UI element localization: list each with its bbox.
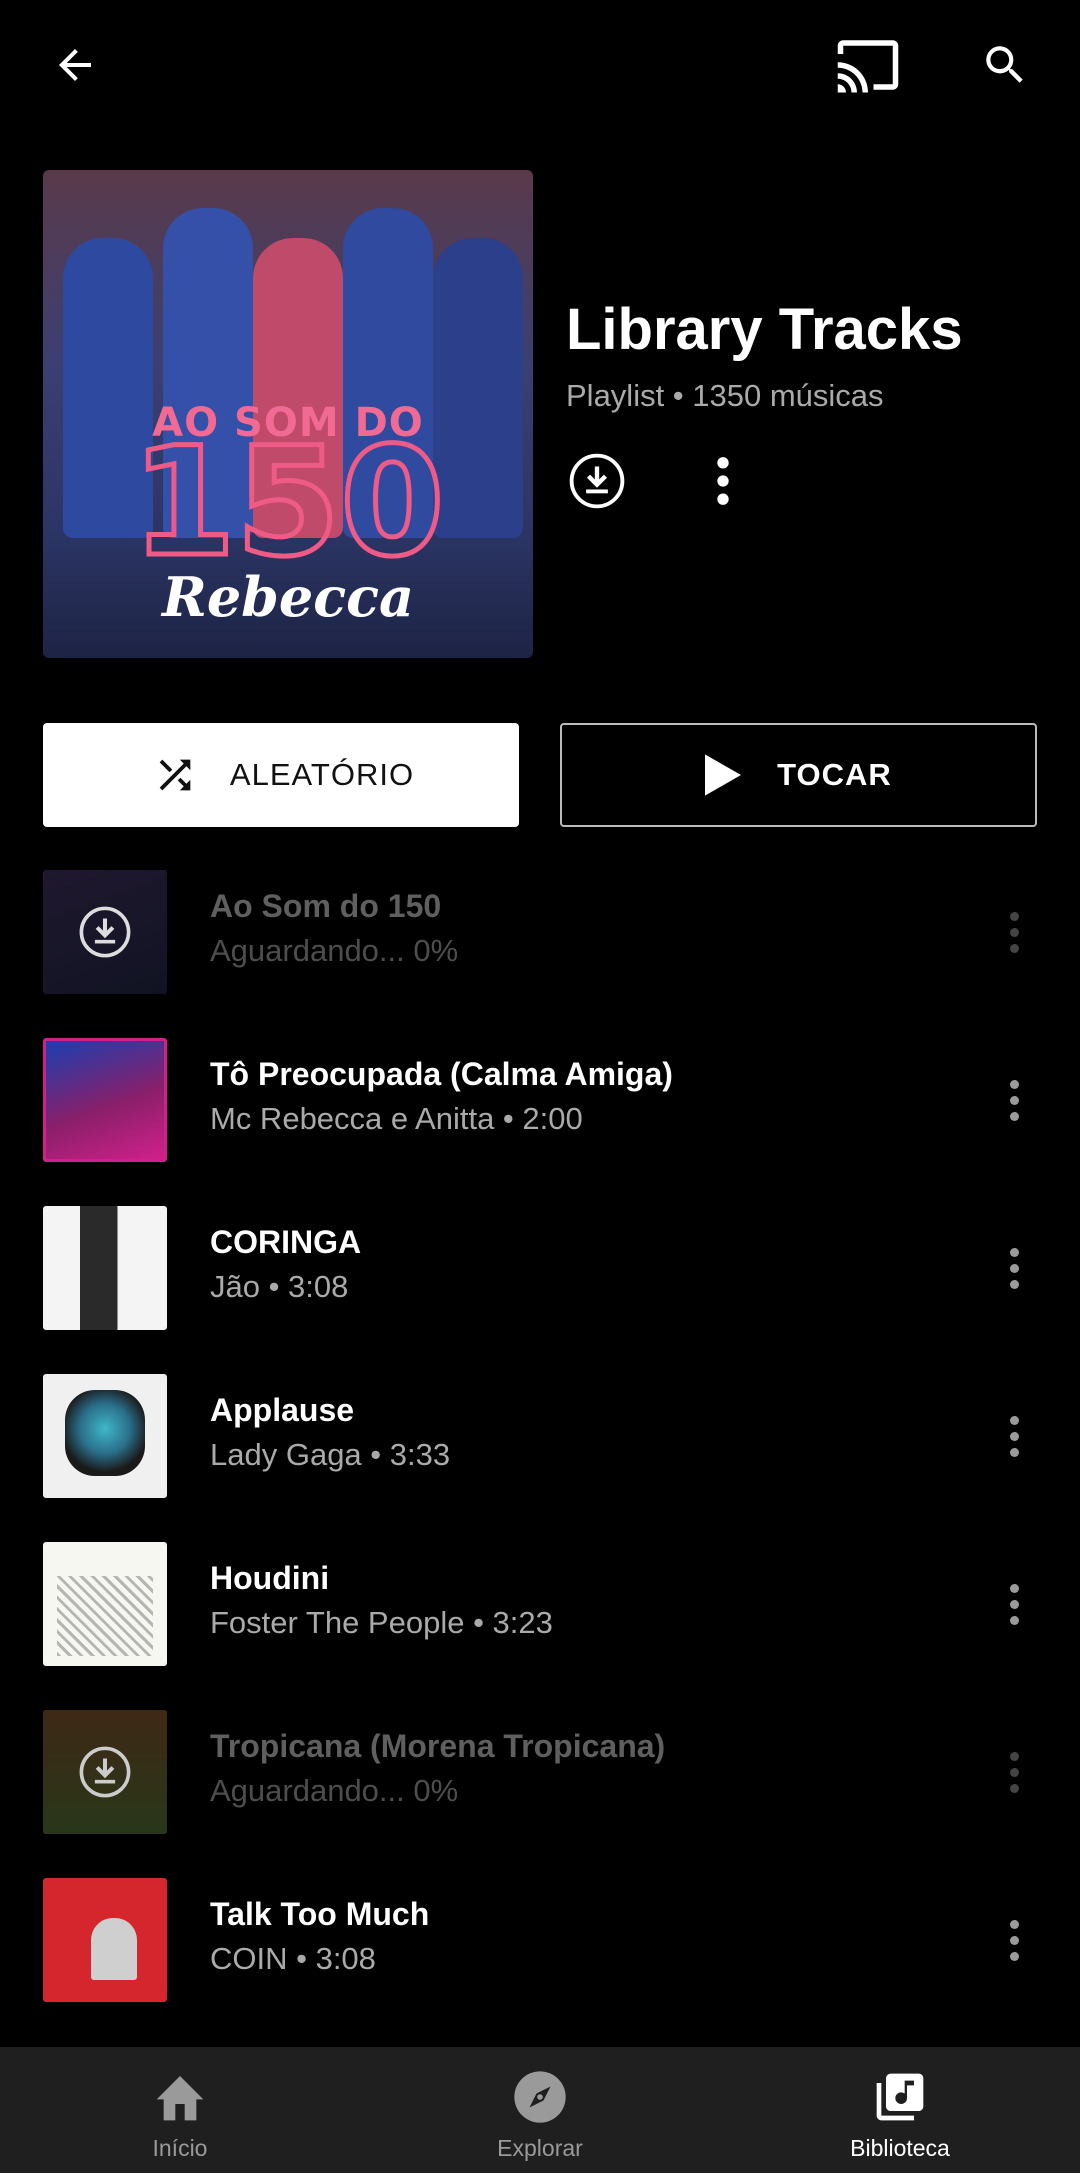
playlist-more-button[interactable] (695, 450, 751, 512)
track-title: Tô Preocupada (Calma Amiga) (210, 1056, 673, 1092)
track-thumbnail (43, 1206, 167, 1330)
track-more-button[interactable] (996, 1072, 1032, 1128)
shuffle-label: ALEATÓRIO (229, 757, 415, 792)
track-subtitle: Jão • 3:08 (210, 1269, 349, 1304)
play-icon (705, 754, 742, 796)
track-title: Applause (210, 1392, 355, 1428)
track-subtitle: Lady Gaga • 3:33 (210, 1437, 451, 1472)
thumb-art (65, 1390, 145, 1476)
track-more-button[interactable] (996, 1240, 1032, 1296)
nav-label: Início (152, 2135, 208, 2161)
nav-label: Biblioteca (850, 2135, 950, 2161)
playlist-title: Library Tracks (566, 297, 963, 362)
track-more-button[interactable] (996, 1912, 1032, 1968)
track-thumbnail (43, 1710, 167, 1834)
app-root: AO SOM DO 150 Rebecca Library Tracks Pla… (0, 0, 1080, 2173)
more-vert-icon (717, 457, 729, 505)
track-subtitle: Foster The People • 3:23 (210, 1605, 553, 1640)
playlist-subtitle: Playlist • 1350 músicas (566, 378, 884, 413)
thumb-art (57, 1576, 153, 1656)
nav-item-explorar[interactable]: Explorar (360, 2047, 720, 2173)
track-row[interactable]: Tropicana (Morena Tropicana) Aguardando.… (0, 1710, 1080, 1834)
track-row[interactable]: Tô Preocupada (Calma Amiga) Mc Rebecca e… (0, 1038, 1080, 1162)
track-thumbnail (43, 1542, 167, 1666)
compass-icon (514, 2071, 566, 2123)
track-row[interactable]: Talk Too Much COIN • 3:08 (0, 1878, 1080, 2002)
track-subtitle: Aguardando... 0% (210, 933, 459, 968)
track-row[interactable]: Applause Lady Gaga • 3:33 (0, 1374, 1080, 1498)
nav-item-inicio[interactable]: Início (0, 2047, 360, 2173)
home-icon (156, 2076, 204, 2121)
top-bar (0, 0, 1080, 130)
track-thumbnail (43, 1878, 167, 2002)
bottom-navigation: Início Explorar Biblioteca (0, 2047, 1080, 2173)
track-row[interactable]: Houdini Foster The People • 3:23 (0, 1542, 1080, 1666)
cast-icon (837, 40, 899, 93)
cover-text-line3: Rebecca (161, 565, 415, 629)
track-thumbnail (43, 870, 167, 994)
arrow-left-icon (59, 49, 91, 81)
download-circle-icon (79, 906, 131, 958)
nav-label: Explorar (497, 2135, 583, 2161)
playlist-cover-art: AO SOM DO 150 Rebecca (43, 170, 533, 658)
track-more-button[interactable] (996, 1576, 1032, 1632)
search-button[interactable] (970, 30, 1040, 100)
track-thumbnail (43, 1038, 167, 1162)
track-subtitle: Aguardando... 0% (210, 1773, 459, 1808)
track-subtitle: COIN • 3:08 (210, 1941, 376, 1976)
nav-item-biblioteca[interactable]: Biblioteca (720, 2047, 1080, 2173)
play-button[interactable]: TOCAR (560, 723, 1037, 827)
cover-text-line2: 150 (129, 416, 447, 590)
shuffle-button[interactable]: ALEATÓRIO (43, 723, 519, 827)
track-more-button[interactable] (996, 1744, 1032, 1800)
download-playlist-button[interactable] (566, 450, 628, 512)
track-more-button[interactable] (996, 1408, 1032, 1464)
play-label: TOCAR (777, 757, 892, 792)
track-title: CORINGA (210, 1224, 362, 1260)
track-title: Talk Too Much (210, 1896, 430, 1932)
download-circle-icon (79, 1746, 131, 1798)
library-music-icon (876, 2073, 924, 2121)
shuffle-icon (159, 759, 191, 791)
download-circle-icon (569, 453, 625, 509)
track-title: Houdini (210, 1560, 330, 1596)
thumb-art (91, 1918, 137, 1980)
track-row[interactable]: Ao Som do 150 Aguardando... 0% (0, 870, 1080, 994)
pending-overlay (43, 870, 167, 994)
pending-overlay (43, 1710, 167, 1834)
track-title: Ao Som do 150 (210, 888, 442, 924)
back-button[interactable] (40, 30, 110, 100)
track-thumbnail (43, 1374, 167, 1498)
search-icon (986, 46, 1023, 83)
track-more-button[interactable] (996, 904, 1032, 960)
track-row[interactable]: CORINGA Jão • 3:08 (0, 1206, 1080, 1330)
track-title: Tropicana (Morena Tropicana) (210, 1728, 666, 1764)
cast-button[interactable] (830, 30, 906, 100)
track-subtitle: Mc Rebecca e Anitta • 2:00 (210, 1101, 583, 1136)
